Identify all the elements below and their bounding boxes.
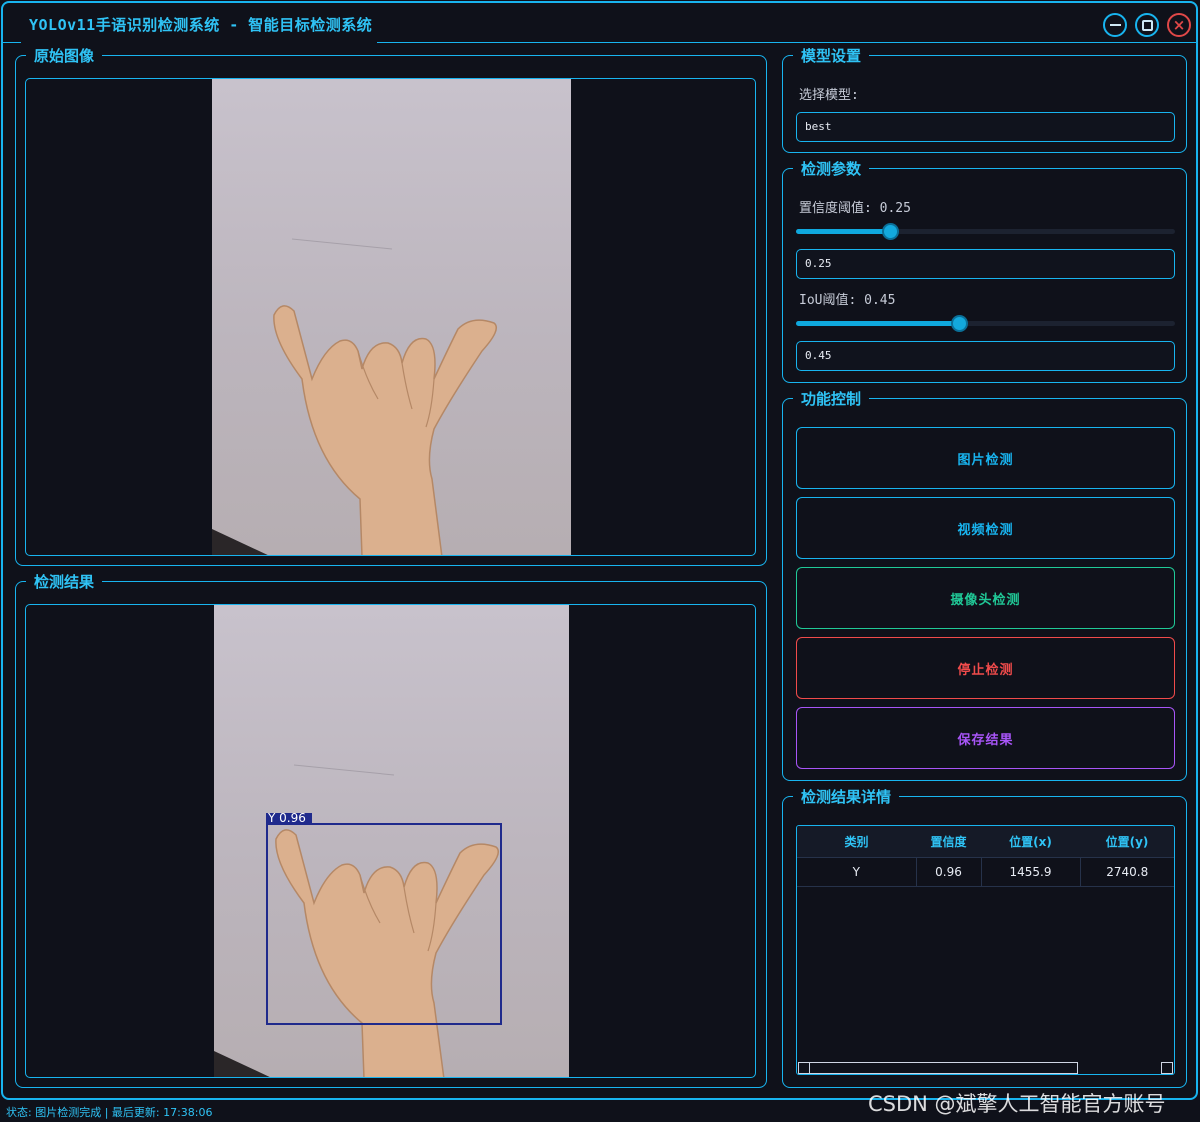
confidence-slider[interactable] [796,223,1175,240]
model-settings-title: 模型设置 [793,46,870,66]
column-header-confidence[interactable]: 置信度 [916,826,981,858]
cell-confidence: 0.96 [916,857,982,887]
iou-label: IoU阈值: 0.45 [799,293,896,308]
camera-detect-button[interactable]: 摄像头检测 [796,567,1175,629]
results-table-container: 类别 置信度 位置(x) 位置(y) Y 0.96 1455.9 2740.8 [796,825,1175,1075]
original-image-title: 原始图像 [26,46,103,66]
column-header-class[interactable]: 类别 [797,826,916,858]
column-header-y[interactable]: 位置(y) [1080,826,1174,858]
original-image-view [25,78,756,556]
window-title: YOLOv11手语识别检测系统 - 智能目标检测系统 [29,16,373,34]
maximize-button[interactable] [1135,13,1159,37]
close-icon: × [1172,15,1186,34]
confidence-input[interactable]: 0.25 [796,249,1175,279]
watermark: CSDN @斌擎人工智能官方账号 [868,1092,1166,1116]
model-select-dropdown[interactable]: best [796,112,1175,142]
app-window: YOLOv11手语识别检测系统 - 智能目标检测系统 × 原始图像 检测结果 Y… [1,1,1198,1100]
result-photo: Y 0.96 [214,605,569,1077]
detection-params-group: 检测参数 置信度阈值: 0.25 0.25 IoU阈值: 0.45 0.45 [782,159,1187,383]
iou-slider-fill [796,321,960,326]
original-image-group: 原始图像 [15,46,767,566]
stop-detect-button[interactable]: 停止检测 [796,637,1175,699]
result-image-group: 检测结果 Y 0.96 [15,572,767,1088]
model-settings-group: 模型设置 选择模型: best [782,46,1187,153]
save-result-button[interactable]: 保存结果 [796,707,1175,769]
video-detect-button[interactable]: 视频检测 [796,497,1175,559]
results-detail-group: 检测结果详情 类别 置信度 位置(x) 位置(y) Y 0.96 1455.9 [782,787,1187,1088]
confidence-slider-fill [796,229,891,234]
model-select-label: 选择模型: [799,88,859,103]
result-image-view: Y 0.96 [25,604,756,1078]
title-bar[interactable]: YOLOv11手语识别检测系统 - 智能目标检测系统 × [3,3,1196,44]
results-detail-title: 检测结果详情 [793,787,900,807]
image-detect-button[interactable]: 图片检测 [796,427,1175,489]
cell-y: 2740.8 [1080,857,1174,887]
minimize-icon [1109,24,1121,26]
column-header-x[interactable]: 位置(x) [981,826,1080,858]
maximize-icon [1141,19,1153,31]
original-photo [212,79,571,555]
table-row[interactable]: Y 0.96 1455.9 2740.8 [797,857,1174,887]
cell-class: Y [797,857,917,887]
confidence-label: 置信度阈值: 0.25 [799,201,911,216]
iou-input[interactable]: 0.45 [796,341,1175,371]
iou-slider-handle[interactable] [951,315,968,332]
results-table: 类别 置信度 位置(x) 位置(y) Y 0.96 1455.9 2740.8 [797,826,1174,887]
scroll-corner [1161,1062,1173,1074]
horizontal-scrollbar[interactable] [798,1062,1078,1074]
function-control-group: 功能控制 图片检测 视频检测 摄像头检测 停止检测 保存结果 [782,389,1187,781]
cell-x: 1455.9 [981,857,1081,887]
iou-slider[interactable] [796,315,1175,332]
close-button[interactable]: × [1167,13,1191,37]
minimize-button[interactable] [1103,13,1127,37]
result-image-title: 检测结果 [26,572,103,592]
function-control-title: 功能控制 [793,389,870,409]
status-bar: 状态: 图片检测完成 | 最后更新: 17:38:06 [6,1106,213,1119]
confidence-slider-handle[interactable] [882,223,899,240]
detection-label: Y 0.96 [268,811,306,825]
detection-params-title: 检测参数 [793,159,870,179]
